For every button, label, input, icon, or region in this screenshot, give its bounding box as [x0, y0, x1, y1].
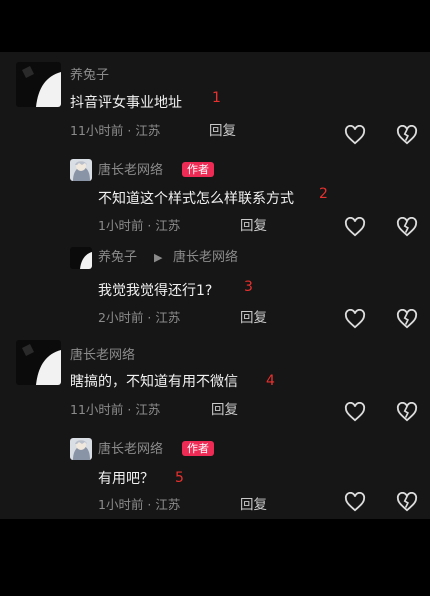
- dislike-button[interactable]: [396, 492, 418, 512]
- comment-text: 瞎搞的，不知道有用不微信: [70, 374, 238, 390]
- dislike-button[interactable]: [396, 217, 418, 237]
- comment-panel: 养兔子 抖音评女事业地址 1 11小时前 · 江苏 回复 唐长老网络 作者 不知…: [0, 52, 430, 519]
- broken-heart-icon: [396, 217, 418, 237]
- reply-button[interactable]: 回复: [211, 402, 238, 418]
- like-button[interactable]: [344, 309, 366, 329]
- avatar[interactable]: [16, 340, 61, 385]
- comment-text: 不知道这个样式怎么样联系方式: [98, 191, 294, 207]
- like-button[interactable]: [344, 492, 366, 512]
- reply-button[interactable]: 回复: [240, 218, 267, 234]
- comment-author[interactable]: 唐长老网络: [70, 348, 135, 364]
- annotation-number: 2: [319, 186, 328, 202]
- broken-heart-icon: [396, 125, 418, 145]
- comment-meta: 11小时前 · 江苏: [70, 402, 161, 417]
- annotation-number: 5: [175, 470, 184, 486]
- broken-heart-icon: [396, 309, 418, 329]
- heart-outline-icon: [344, 402, 366, 422]
- annotation-number: 4: [266, 373, 275, 389]
- avatar[interactable]: [70, 438, 92, 460]
- reply-to-name[interactable]: 唐长老网络: [173, 250, 238, 266]
- avatar[interactable]: [16, 62, 61, 107]
- comment-text: 我觉我觉得还行1?: [98, 283, 213, 299]
- author-badge: 作者: [182, 162, 214, 177]
- avatar[interactable]: [70, 247, 92, 269]
- comment-author[interactable]: 养兔子: [98, 250, 137, 266]
- annotation-number: 3: [244, 279, 253, 295]
- reply-button[interactable]: 回复: [209, 123, 236, 139]
- dislike-button[interactable]: [396, 309, 418, 329]
- comment-author[interactable]: 养兔子: [70, 68, 109, 84]
- comment-author[interactable]: 唐长老网络: [98, 163, 163, 179]
- reply-button[interactable]: 回复: [240, 497, 267, 513]
- comment-text: 抖音评女事业地址: [70, 95, 182, 111]
- avatar[interactable]: [70, 159, 92, 181]
- heart-outline-icon: [344, 309, 366, 329]
- comment-meta: 11小时前 · 江苏: [70, 123, 161, 138]
- comment-meta: 1小时前 · 江苏: [98, 218, 181, 233]
- heart-outline-icon: [344, 217, 366, 237]
- broken-heart-icon: [396, 402, 418, 422]
- heart-outline-icon: [344, 125, 366, 145]
- like-button[interactable]: [344, 217, 366, 237]
- comment-author[interactable]: 唐长老网络: [98, 442, 163, 458]
- comment-text: 有用吧？: [98, 471, 154, 487]
- comment-meta: 2小时前 · 江苏: [98, 310, 181, 325]
- annotation-number: 1: [212, 90, 221, 106]
- broken-heart-icon: [396, 492, 418, 512]
- comment-meta: 1小时前 · 江苏: [98, 497, 181, 512]
- dislike-button[interactable]: [396, 402, 418, 422]
- heart-outline-icon: [344, 492, 366, 512]
- dislike-button[interactable]: [396, 125, 418, 145]
- like-button[interactable]: [344, 402, 366, 422]
- reply-arrow-icon: ▶: [154, 251, 163, 264]
- like-button[interactable]: [344, 125, 366, 145]
- reply-button[interactable]: 回复: [240, 310, 267, 326]
- author-badge: 作者: [182, 441, 214, 456]
